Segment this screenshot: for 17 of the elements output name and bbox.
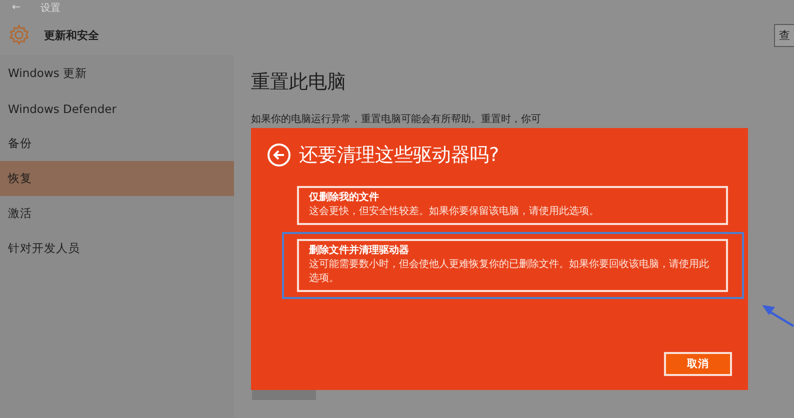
annotation-arrow bbox=[760, 303, 794, 327]
dialog-title: 还要清理这些驱动器吗? bbox=[299, 143, 500, 168]
sidebar-item[interactable]: 针对开发人员 bbox=[0, 231, 234, 266]
cancel-button[interactable]: 取消 bbox=[664, 352, 732, 376]
settings-icon bbox=[8, 24, 30, 46]
sidebar-item[interactable]: 备份 bbox=[0, 126, 234, 161]
sidebar-item[interactable]: Windows Defender bbox=[0, 91, 234, 126]
page-heading: 重置此电脑 bbox=[251, 70, 347, 95]
window-title: 设置 bbox=[40, 2, 60, 14]
section-title: 更新和安全 bbox=[44, 28, 99, 42]
option-button[interactable]: 删除文件并清理驱动器 这可能需要数小时，但会使他人更难恢复你的已删除文件。如果你要回收该电脑，请使用此选项。 bbox=[282, 232, 744, 299]
description-text: 如果你的电脑运行异常，重置电脑可能会有所帮助。重置时，你可 bbox=[251, 112, 541, 127]
search-button[interactable]: 查 bbox=[774, 24, 794, 46]
back-icon[interactable] bbox=[267, 143, 291, 167]
sidebar-item[interactable]: 恢复 bbox=[0, 161, 234, 196]
sidebar-item[interactable]: 激活 bbox=[0, 196, 234, 231]
sidebar-item[interactable]: Windows 更新 bbox=[0, 56, 234, 91]
